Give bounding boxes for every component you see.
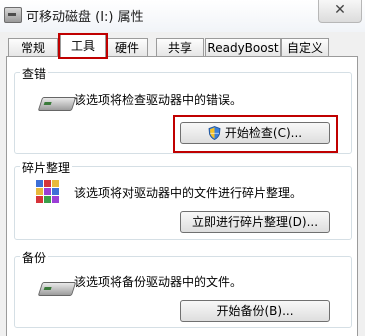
tab-hardware[interactable]: 硬件 (106, 38, 148, 56)
backup-drive-icon (37, 282, 77, 296)
check-now-button[interactable]: 开始检查(C)... (180, 122, 330, 144)
defrag-title: 碎片整理 (20, 159, 73, 176)
tab-readyboost[interactable]: ReadyBoost (205, 38, 281, 56)
backup-description: 该选项将备份驱动器中的文件。 (74, 275, 243, 289)
defrag-description: 该选项将对驱动器中的文件进行碎片整理。 (74, 186, 303, 200)
error-check-title: 查错 (20, 65, 49, 82)
error-check-description: 该选项将检查驱动器中的错误。 (74, 93, 243, 107)
tab-tools[interactable]: 工具 (60, 34, 106, 58)
title-bar[interactable]: 可移动磁盘 (I:) 属性 ✕ (0, 0, 365, 32)
defrag-icon (36, 180, 66, 210)
drive-icon (37, 97, 77, 111)
tab-sharing[interactable]: 共享 (156, 38, 204, 56)
removable-drive-icon (4, 7, 22, 23)
close-icon: ✕ (334, 2, 346, 18)
window-title: 可移动磁盘 (I:) 属性 (26, 10, 144, 25)
close-button[interactable]: ✕ (318, 0, 362, 23)
backup-title: 备份 (20, 249, 49, 266)
defragment-now-button[interactable]: 立即进行碎片整理(D)... (180, 211, 330, 233)
check-now-label: 开始检查(C)... (224, 126, 303, 140)
tab-general[interactable]: 常规 (8, 38, 58, 56)
backup-now-button[interactable]: 开始备份(B)... (180, 300, 330, 322)
shield-icon (208, 126, 221, 146)
tab-customize[interactable]: 自定义 (281, 38, 329, 56)
